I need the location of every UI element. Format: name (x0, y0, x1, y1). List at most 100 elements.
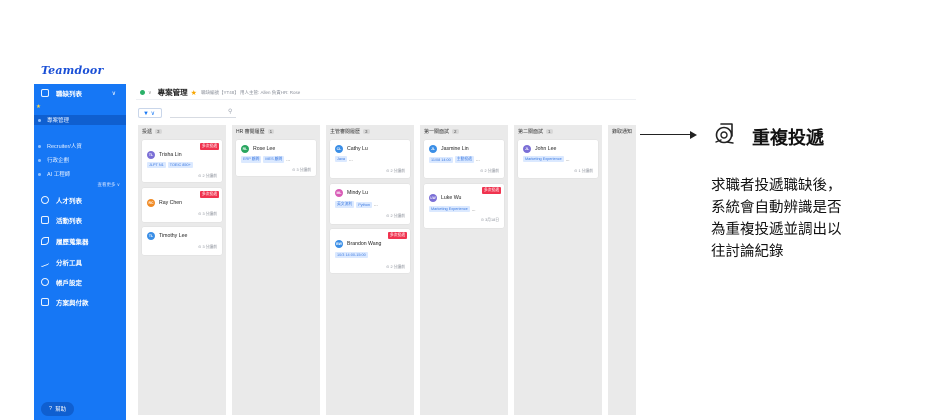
candidate-name: Cathy Lu (347, 146, 368, 152)
dot-icon (38, 118, 41, 122)
repeat-badge: 多次投遞 (387, 232, 407, 239)
person-icon (41, 196, 49, 204)
chevron-down-icon[interactable]: ∨ (148, 90, 152, 96)
candidate-name: Rose Lee (253, 146, 276, 152)
candidate-name: Luke Wu (441, 195, 462, 201)
timestamp: ⊙ 3月18日 (480, 218, 499, 222)
timestamp: ⊙ 3 分鐘前 (198, 212, 217, 216)
column-title: 投遞 (142, 129, 153, 135)
dot-icon (38, 158, 41, 162)
column-count: 2 (452, 129, 459, 134)
gear-icon (41, 278, 49, 286)
filter-button[interactable]: ▼ ∨ (138, 108, 162, 118)
candidate-name: Jasmine Lin (441, 146, 469, 152)
candidate-name: Timothy Lee (159, 233, 188, 239)
tag: Marketing Experience (429, 206, 470, 212)
kanban-column: HR 審閱履歷 1 RL Rose Lee ERP 顧問 MES 顧問... ⊙ 3… (232, 125, 320, 415)
chevron-down-icon[interactable]: ∨ (112, 90, 116, 97)
question-icon: ? (49, 406, 53, 412)
column-count: 1 (267, 129, 275, 134)
kanban-column: 主管審閱履歷 3 CL Cathy Lu Java... ⊙ 2 分鐘前 ML M… (326, 125, 414, 415)
sidebar-item-ai-engineer[interactable]: AI 工程師 (34, 169, 126, 179)
candidate-name: Mindy Lu (347, 190, 369, 196)
candidate-card[interactable]: JL John Lee Marketing Experience... ⊙ 1 … (518, 140, 598, 178)
candidate-card[interactable]: 多次投遞 BW Brandon Wang 10/3 14:00-15:00 ⊙ … (330, 229, 410, 273)
timestamp: ⊙ 3 分鐘前 (198, 245, 217, 249)
sidebar-item-talent[interactable]: 人才列表 (34, 194, 126, 206)
timestamp: ⊙ 2 分鐘前 (386, 169, 405, 173)
column-title: 第一關面試 (424, 129, 450, 135)
sidebar-item-recruiter[interactable]: Recruiter/人資 (34, 141, 126, 151)
column-count: 3 (363, 129, 370, 134)
tag: 主動投遞 (454, 156, 474, 163)
kanban-column: 第二關面試 1 JL John Lee Marketing Experience.… (514, 125, 602, 415)
candidate-card[interactable]: ML Mindy Lu 英文流利 Python... ⊙ 2 分鐘前 (330, 184, 410, 224)
timestamp: ⊙ 1 分鐘前 (574, 169, 593, 173)
column-title: 主管審閱履歷 (330, 129, 361, 135)
sidebar-item-account[interactable]: 帳戶設定 (34, 276, 126, 288)
app-logo[interactable]: Teamdoor (41, 64, 103, 77)
column-title: 第二關面試 (518, 129, 544, 135)
candidate-name: Trisha Lin (159, 152, 182, 158)
sidebar-item-admin[interactable]: 行政企劃 (34, 155, 126, 165)
dot-icon (38, 172, 41, 176)
avatar: RC (147, 199, 155, 207)
candidate-card[interactable]: 多次投遞 LW Luke Wu Marketing Experience... … (424, 184, 504, 228)
tag: Python (356, 201, 373, 208)
callout-arrow (640, 134, 694, 136)
avatar: CL (335, 145, 343, 153)
arrow-head-icon (690, 130, 697, 139)
sidebar-item-events[interactable]: 活動列表 (34, 214, 126, 226)
repeat-badge: 多次投遞 (199, 191, 219, 198)
avatar: JL (429, 145, 437, 153)
kanban-column: 投遞 3 多次投遞 TL Trisha Lin JLPT N1 TOEIC 850+… (138, 125, 226, 415)
feature-title: 重複投遞 (752, 128, 824, 149)
search-icon: ⚲ (228, 109, 233, 115)
tag: MES 顧問 (263, 156, 285, 163)
calendar-icon (41, 216, 49, 224)
chart-icon (41, 256, 49, 268)
repeat-badge: 多次投遞 (199, 143, 219, 150)
timestamp: ⊙ 3 分鐘前 (292, 168, 311, 172)
help-button[interactable]: ? 幫助 (41, 402, 75, 416)
sidebar-star[interactable]: ★ (34, 103, 126, 111)
kanban-column: 第一關面試 2 JL Jasmine Lin 11/08 14:00 主動投遞...… (420, 125, 508, 415)
search-input[interactable] (170, 117, 236, 118)
candidate-card[interactable]: 多次投遞 RC Ray Chen ⊙ 3 分鐘前 (142, 188, 222, 222)
dot-icon (38, 144, 41, 148)
sidebar-item-project[interactable]: 專案管理 (34, 115, 126, 125)
tag: ERP 顧問 (241, 156, 262, 163)
candidate-card[interactable]: 多次投遞 TL Trisha Lin JLPT N1 TOEIC 850+ ⊙ 2… (142, 140, 222, 182)
kanban-column: 錄取通知 (608, 125, 636, 415)
timestamp: ⊙ 2 分鐘前 (198, 174, 217, 178)
avatar: JL (523, 145, 531, 153)
avatar: LW (429, 194, 437, 202)
candidate-name: Ray Chen (159, 200, 183, 206)
tag: JLPT N1 (147, 162, 166, 168)
sidebar-item-billing[interactable]: 方案與付款 (34, 296, 126, 308)
sidebar-item-jobs[interactable]: 職缺列表 ∨ (34, 87, 126, 99)
avatar: TL (147, 232, 155, 240)
avatar: TL (147, 151, 155, 159)
avatar: BW (335, 240, 343, 248)
card-icon (41, 298, 49, 306)
candidate-card[interactable]: CL Cathy Lu Java... ⊙ 2 分鐘前 (330, 140, 410, 178)
tag: 10/3 14:00-15:00 (335, 252, 368, 258)
candidate-card[interactable]: TL Timothy Lee ⊙ 3 分鐘前 (142, 227, 222, 255)
candidate-card[interactable]: JL Jasmine Lin 11/08 14:00 主動投遞... ⊙ 2 分鐘… (424, 140, 504, 178)
briefcase-icon (41, 89, 49, 97)
link-icon (41, 237, 49, 245)
column-count: 1 (546, 129, 553, 134)
page-header: ∨ 專案管理 ★ 職缺編號【YT48】 用人主管: Allen 負責HR: Ro… (136, 86, 636, 100)
star-icon[interactable]: ★ (191, 89, 197, 97)
candidate-card[interactable]: RL Rose Lee ERP 顧問 MES 顧問... ⊙ 3 分鐘前 (236, 140, 316, 176)
tag: Marketing Experience (523, 156, 564, 162)
repeat-badge: 多次投遞 (481, 187, 501, 194)
avatar: RL (241, 145, 249, 153)
candidate-name: Brandon Wang (347, 241, 382, 247)
timestamp: ⊙ 2 分鐘前 (480, 169, 499, 173)
sidebar-item-analytics[interactable]: 分析工具 (34, 256, 126, 268)
sidebar-item-collector[interactable]: 履歷蒐集器 (34, 235, 126, 247)
show-more-link[interactable]: 查看更多 ∨ (34, 181, 126, 189)
job-meta: 職缺編號【YT48】 用人主管: Allen 負責HR: Rose (200, 89, 301, 95)
